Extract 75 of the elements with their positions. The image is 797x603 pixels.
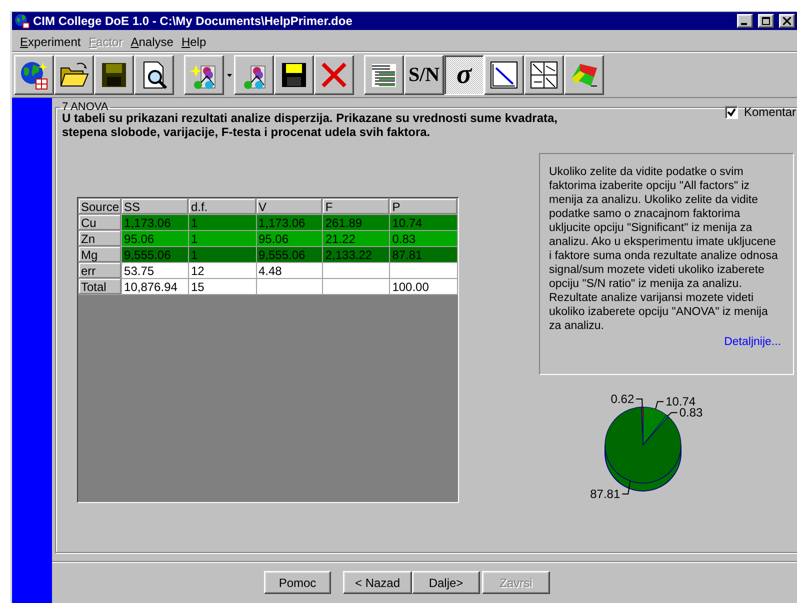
toolbar-button[interactable] xyxy=(484,55,524,95)
toolbar-button[interactable] xyxy=(524,55,564,95)
table-cell: 95.06 xyxy=(256,230,323,246)
menu-item[interactable]: Experiment xyxy=(16,34,85,48)
table-cell: 4.48 xyxy=(256,262,323,278)
check-icon xyxy=(726,108,736,116)
data-label: 87.81 xyxy=(590,480,631,499)
globe-icon xyxy=(19,60,49,90)
table-cell: 1,173.06 xyxy=(256,214,323,230)
toolbar-button[interactable] xyxy=(234,55,274,95)
toolbar-button[interactable] xyxy=(314,55,354,95)
row-header: Cu xyxy=(78,214,122,230)
table-cell: 100.00 xyxy=(390,278,458,294)
cross-icon xyxy=(319,60,349,90)
toolbar-button[interactable] xyxy=(274,55,314,95)
column-header: SS xyxy=(122,198,188,214)
grid-chart-icon xyxy=(529,60,559,90)
table-cell: 21.22 xyxy=(322,230,390,246)
checkbox-label: Komentar xyxy=(744,105,796,119)
wizard-button[interactable]: < Nazad xyxy=(343,571,412,594)
table-cell: 1 xyxy=(188,246,256,262)
table-cell: 9,555.06 xyxy=(256,246,323,262)
column-header: P xyxy=(390,198,458,214)
table-cell: 12 xyxy=(188,262,256,278)
table-cell: 1 xyxy=(188,230,256,246)
column-header: d.f. xyxy=(188,198,256,214)
row-header: err xyxy=(78,262,122,278)
toolbar-button[interactable] xyxy=(184,55,224,95)
table-cell: 10.74 xyxy=(390,214,458,230)
table-cell: 10,876.94 xyxy=(122,278,188,294)
table-cell: 15 xyxy=(188,278,256,294)
data-label: 87.81 xyxy=(590,486,620,501)
table-cell: 9,555.06 xyxy=(122,246,188,262)
table-cell: 53.75 xyxy=(122,262,188,278)
close-icon xyxy=(783,17,791,25)
details-link[interactable]: Detaljnije... xyxy=(724,336,781,348)
table-cell: 87.81 xyxy=(390,246,458,262)
toolbar-button[interactable]: S/N xyxy=(404,55,444,95)
table-cell: 261.89 xyxy=(322,214,390,230)
caret-icon xyxy=(226,74,232,76)
column-header: F xyxy=(322,198,390,214)
help-text: Ukoliko zelite da vidite podatke o svim faktorima izaberite opciju "All factors" iz menija za analizu. Ukoliko zelite da vidite podatke samo o znacajnom faktorima ukljucite opciju "Significant" iz menija za analizu. Ako u eksperimentu imate ukljucene i faktore suma onda rezultate analize odnosa signal/sum mozete videti ukoliko izaberete opciju "S/N ratio" iz menija za analizu. Rezultate analize varijansi mozete videti ukoliko izaberete opciju "ANOVA" iz menija za analizu. xyxy=(549,165,779,333)
table-cell: 1 xyxy=(188,214,256,230)
data-label: 0.62 xyxy=(610,392,634,406)
table-cell: 2,133.22 xyxy=(322,246,390,262)
table-cell: 0.83 xyxy=(390,230,458,246)
column-header: Source xyxy=(78,198,122,214)
window-title: CIM College DoE 1.0 - C:\My Documents\HelpPrimer.doe xyxy=(33,14,354,28)
wizard-button[interactable]: Pomoc xyxy=(264,571,331,594)
maximize-icon xyxy=(762,17,770,25)
toolbar-button[interactable] xyxy=(54,55,94,95)
close-button[interactable] xyxy=(779,14,795,28)
description: U tabeli su prikazani rezultati analize disperzija. Prikazane su vrednosti sume kvadrata, stepena slobode, varijacije, F-testa i procenat udela svih faktora. xyxy=(62,111,559,139)
line-chart-icon xyxy=(489,60,519,90)
checkbox[interactable] xyxy=(724,106,738,118)
toolbar-button[interactable] xyxy=(134,55,174,95)
maximize-button[interactable] xyxy=(758,14,774,28)
toolbar-button[interactable] xyxy=(94,55,134,95)
toolbar-button[interactable] xyxy=(364,55,404,95)
globe-icon xyxy=(14,13,30,29)
row-header: Mg xyxy=(78,246,122,262)
minimize-button[interactable] xyxy=(737,14,753,28)
toolbar-button[interactable] xyxy=(564,55,604,95)
data-label: 0.62 xyxy=(610,392,643,408)
menu-item[interactable]: Analyse xyxy=(126,34,178,48)
section-title: 7 ANOVA xyxy=(61,101,110,113)
toolbar-button[interactable]: σ xyxy=(444,55,484,95)
wizard-button[interactable]: Dalje> xyxy=(412,571,480,594)
menu-item[interactable]: Help xyxy=(177,34,210,48)
column-header: V xyxy=(256,198,323,214)
row-header: Total xyxy=(78,278,122,294)
table-cell: 1,173.06 xyxy=(122,214,188,230)
table-cell: 95.06 xyxy=(122,230,188,246)
row-header: Zn xyxy=(78,230,122,246)
toolbar-button[interactable] xyxy=(14,55,54,95)
